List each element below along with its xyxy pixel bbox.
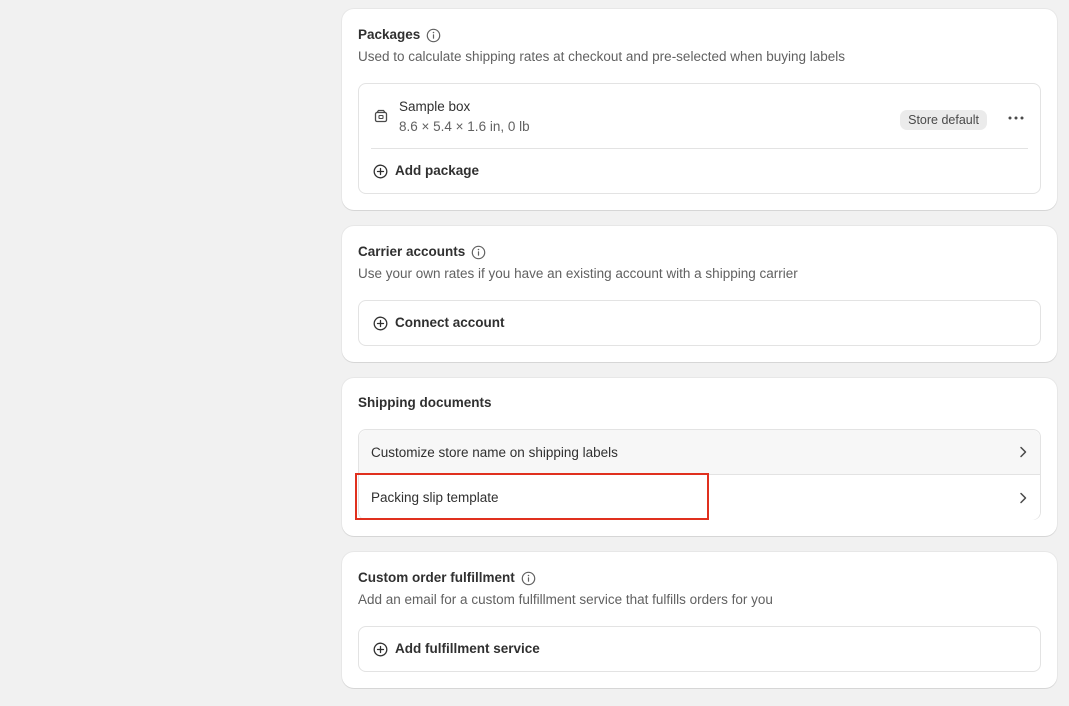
more-actions-icon[interactable] — [1004, 106, 1028, 130]
connect-account-box: Connect account — [358, 300, 1041, 346]
shipping-documents-title-row: Shipping documents — [358, 394, 492, 412]
store-default-badge: Store default — [900, 110, 987, 130]
info-icon[interactable] — [471, 245, 486, 260]
carrier-accounts-title-row: Carrier accounts — [358, 243, 486, 261]
info-icon[interactable] — [521, 571, 536, 586]
chevron-right-icon — [1018, 446, 1028, 458]
packages-list: Sample box 8.6 × 5.4 × 1.6 in, 0 lb Stor… — [358, 83, 1041, 194]
package-icon — [373, 108, 389, 127]
package-item[interactable]: Sample box 8.6 × 5.4 × 1.6 in, 0 lb Stor… — [371, 84, 1028, 148]
customize-store-name-row[interactable]: Customize store name on shipping labels — [359, 430, 1040, 475]
divider — [371, 148, 1028, 149]
add-fulfillment-service-button[interactable]: Add fulfillment service — [373, 640, 540, 658]
package-dimensions: 8.6 × 5.4 × 1.6 in, 0 lb — [399, 119, 530, 134]
add-package-label: Add package — [395, 163, 480, 178]
packages-description: Used to calculate shipping rates at chec… — [358, 49, 846, 64]
carrier-accounts-card: Carrier accounts Use your own rates if y… — [342, 226, 1057, 362]
customize-store-name-label: Customize store name on shipping labels — [371, 444, 618, 460]
connect-account-label: Connect account — [395, 315, 505, 330]
packing-slip-template-row[interactable]: Packing slip template — [359, 475, 1040, 520]
info-icon[interactable] — [426, 28, 441, 43]
shipping-documents-card: Shipping documents Customize store name … — [342, 378, 1057, 536]
packages-title-row: Packages — [358, 26, 441, 44]
add-fulfillment-box: Add fulfillment service — [358, 626, 1041, 672]
custom-fulfillment-title-row: Custom order fulfillment — [358, 569, 536, 587]
carrier-accounts-description: Use your own rates if you have an existi… — [358, 266, 798, 281]
packages-title: Packages — [358, 27, 421, 42]
plus-circle-icon — [373, 316, 388, 331]
add-fulfillment-service-label: Add fulfillment service — [395, 641, 540, 656]
add-package-button[interactable]: Add package — [373, 162, 479, 180]
connect-account-button[interactable]: Connect account — [373, 314, 505, 332]
carrier-accounts-title: Carrier accounts — [358, 244, 466, 259]
custom-fulfillment-description: Add an email for a custom fulfillment se… — [358, 592, 773, 607]
custom-fulfillment-title: Custom order fulfillment — [358, 570, 515, 585]
plus-circle-icon — [373, 642, 388, 657]
plus-circle-icon — [373, 164, 388, 179]
chevron-right-icon — [1018, 492, 1028, 504]
shipping-documents-list: Customize store name on shipping labels … — [358, 429, 1041, 520]
custom-fulfillment-card: Custom order fulfillment Add an email fo… — [342, 552, 1057, 688]
packages-card: Packages Used to calculate shipping rate… — [342, 9, 1057, 210]
shipping-documents-title: Shipping documents — [358, 395, 492, 410]
package-name: Sample box — [399, 99, 471, 114]
packing-slip-template-label: Packing slip template — [371, 490, 499, 505]
